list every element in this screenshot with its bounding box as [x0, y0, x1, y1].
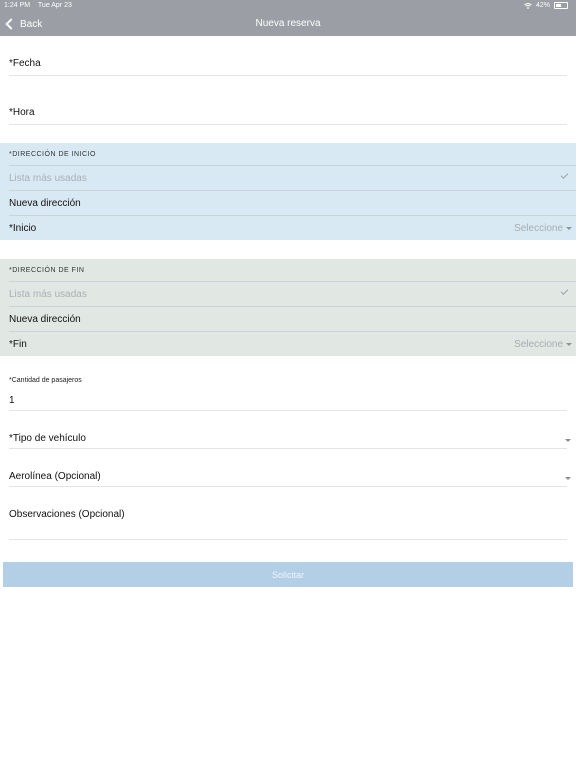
start-new-label: Nueva dirección — [9, 198, 81, 209]
end-new-label: Nueva dirección — [9, 314, 81, 325]
start-frequent-label: Lista más usadas — [9, 173, 87, 184]
start-select-field[interactable]: *Inicio Seleccione — [9, 215, 576, 240]
wifi-icon — [524, 2, 532, 9]
start-field-label: *Inicio — [9, 223, 37, 234]
passengers-value: 1 — [9, 395, 15, 406]
vehicle-type-dropdown[interactable]: *Tipo de vehículo — [9, 433, 571, 449]
end-frequent-list[interactable]: Lista más usadas — [9, 281, 576, 306]
notes-field[interactable]: Observaciones (Opcional) — [9, 509, 567, 540]
page-title: Nueva reserva — [255, 18, 321, 29]
caret-down-icon — [565, 477, 571, 480]
end-frequent-label: Lista más usadas — [9, 289, 87, 300]
caret-down-icon — [566, 227, 572, 230]
start-address-section: *DIRECCIÓN DE INICIO Lista más usadas Nu… — [0, 143, 576, 240]
end-section-header: *DIRECCIÓN DE FIN — [9, 267, 85, 274]
end-select-field[interactable]: *Fin Seleccione — [9, 331, 576, 356]
caret-down-icon — [566, 343, 572, 346]
start-section-header: *DIRECCIÓN DE INICIO — [9, 151, 97, 158]
hora-field[interactable]: *Hora — [9, 107, 567, 125]
passengers-label: *Cantidad de pasajeros — [9, 377, 82, 384]
end-select-placeholder: Seleccione — [514, 339, 563, 350]
fecha-label: *Fecha — [9, 58, 41, 69]
nav-bar: Back Nueva reserva — [0, 12, 576, 36]
fecha-field[interactable]: *Fecha — [9, 58, 567, 76]
caret-down-icon — [565, 439, 571, 442]
end-address-section: *DIRECCIÓN DE FIN Lista más usadas Nueva… — [0, 259, 576, 356]
checkmark-icon — [560, 287, 569, 295]
start-frequent-list[interactable]: Lista más usadas — [9, 165, 576, 190]
airline-dropdown[interactable]: Aerolínea (Opcional) — [9, 471, 571, 487]
status-date: Tue Apr 23 — [37, 2, 72, 9]
start-select-placeholder: Seleccione — [514, 223, 563, 234]
status-bar: 1:24 PM Tue Apr 23 42% — [0, 0, 576, 12]
checkmark-icon — [560, 171, 569, 179]
end-field-label: *Fin — [9, 339, 27, 350]
battery-icon — [554, 2, 568, 9]
end-new-address[interactable]: Nueva dirección — [9, 306, 576, 331]
status-time: 1:24 PM — [4, 2, 31, 9]
hora-label: *Hora — [9, 107, 35, 118]
battery-percent: 42% — [535, 2, 550, 9]
airline-label: Aerolínea (Opcional) — [9, 471, 101, 482]
submit-button[interactable]: Solicitar — [3, 562, 573, 587]
notes-label: Observaciones (Opcional) — [9, 509, 125, 520]
start-new-address[interactable]: Nueva dirección — [9, 190, 576, 215]
passengers-input[interactable]: 1 — [9, 395, 567, 411]
vehicle-type-label: *Tipo de vehículo — [9, 433, 86, 444]
